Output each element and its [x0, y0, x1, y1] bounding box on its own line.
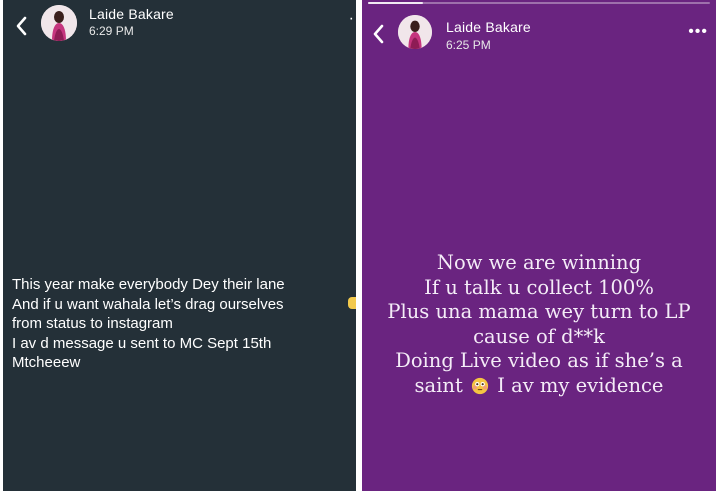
- more-options-button[interactable]: ·: [349, 11, 354, 27]
- status-line-last: saint I av my evidence: [362, 374, 716, 399]
- status-line: Plus una mama wey turn to LP: [387, 300, 691, 323]
- more-options-button[interactable]: •••: [688, 24, 708, 40]
- status-line: from status to instagram: [12, 315, 173, 333]
- status-line-part: saint: [414, 373, 463, 397]
- status-line: cause of d**k: [473, 324, 605, 348]
- profile-photo: [41, 5, 77, 41]
- status-line-part: I av my evidence: [497, 373, 664, 397]
- status-line: Now we are winning: [436, 251, 642, 274]
- status-progress-fill: [368, 2, 423, 4]
- more-dots-icon: ·: [348, 10, 354, 27]
- status-screen-right: Laide Bakare 6:25 PM ••• Now we are winn…: [362, 0, 716, 491]
- contact-name: Laide Bakare: [446, 19, 531, 35]
- avatar[interactable]: [41, 5, 77, 41]
- status-time: 6:29 PM: [89, 24, 134, 38]
- more-dots-icon: •••: [688, 23, 708, 40]
- chevron-left-icon: [16, 16, 27, 36]
- status-text: Now we are winning If u talk u collect 1…: [362, 251, 716, 398]
- status-line: Mtcheeew: [12, 354, 81, 372]
- profile-photo: [398, 15, 432, 49]
- status-text: This year make everybody Dey their lane …: [12, 275, 356, 373]
- status-line: And if u want wahala let’s drag ourselve…: [12, 295, 284, 313]
- emoji-icon: [348, 297, 356, 309]
- contact-name: Laide Bakare: [89, 6, 174, 22]
- back-button[interactable]: [370, 22, 388, 46]
- status-screen-left: Laide Bakare 6:29 PM · This year make ev…: [3, 0, 356, 491]
- status-progress-bar: [368, 2, 710, 4]
- chevron-left-icon: [373, 24, 384, 44]
- status-time: 6:25 PM: [446, 38, 491, 52]
- back-button[interactable]: [13, 14, 31, 38]
- flushed-face-icon: [471, 377, 489, 394]
- avatar[interactable]: [398, 15, 432, 49]
- status-line: Doing Live video as if she’s a: [395, 349, 683, 372]
- status-line: This year make everybody Dey their lane: [12, 276, 285, 293]
- status-line: I av d message u sent to MC Sept 15th: [12, 334, 272, 352]
- status-line: If u talk u collect 100%: [424, 275, 654, 299]
